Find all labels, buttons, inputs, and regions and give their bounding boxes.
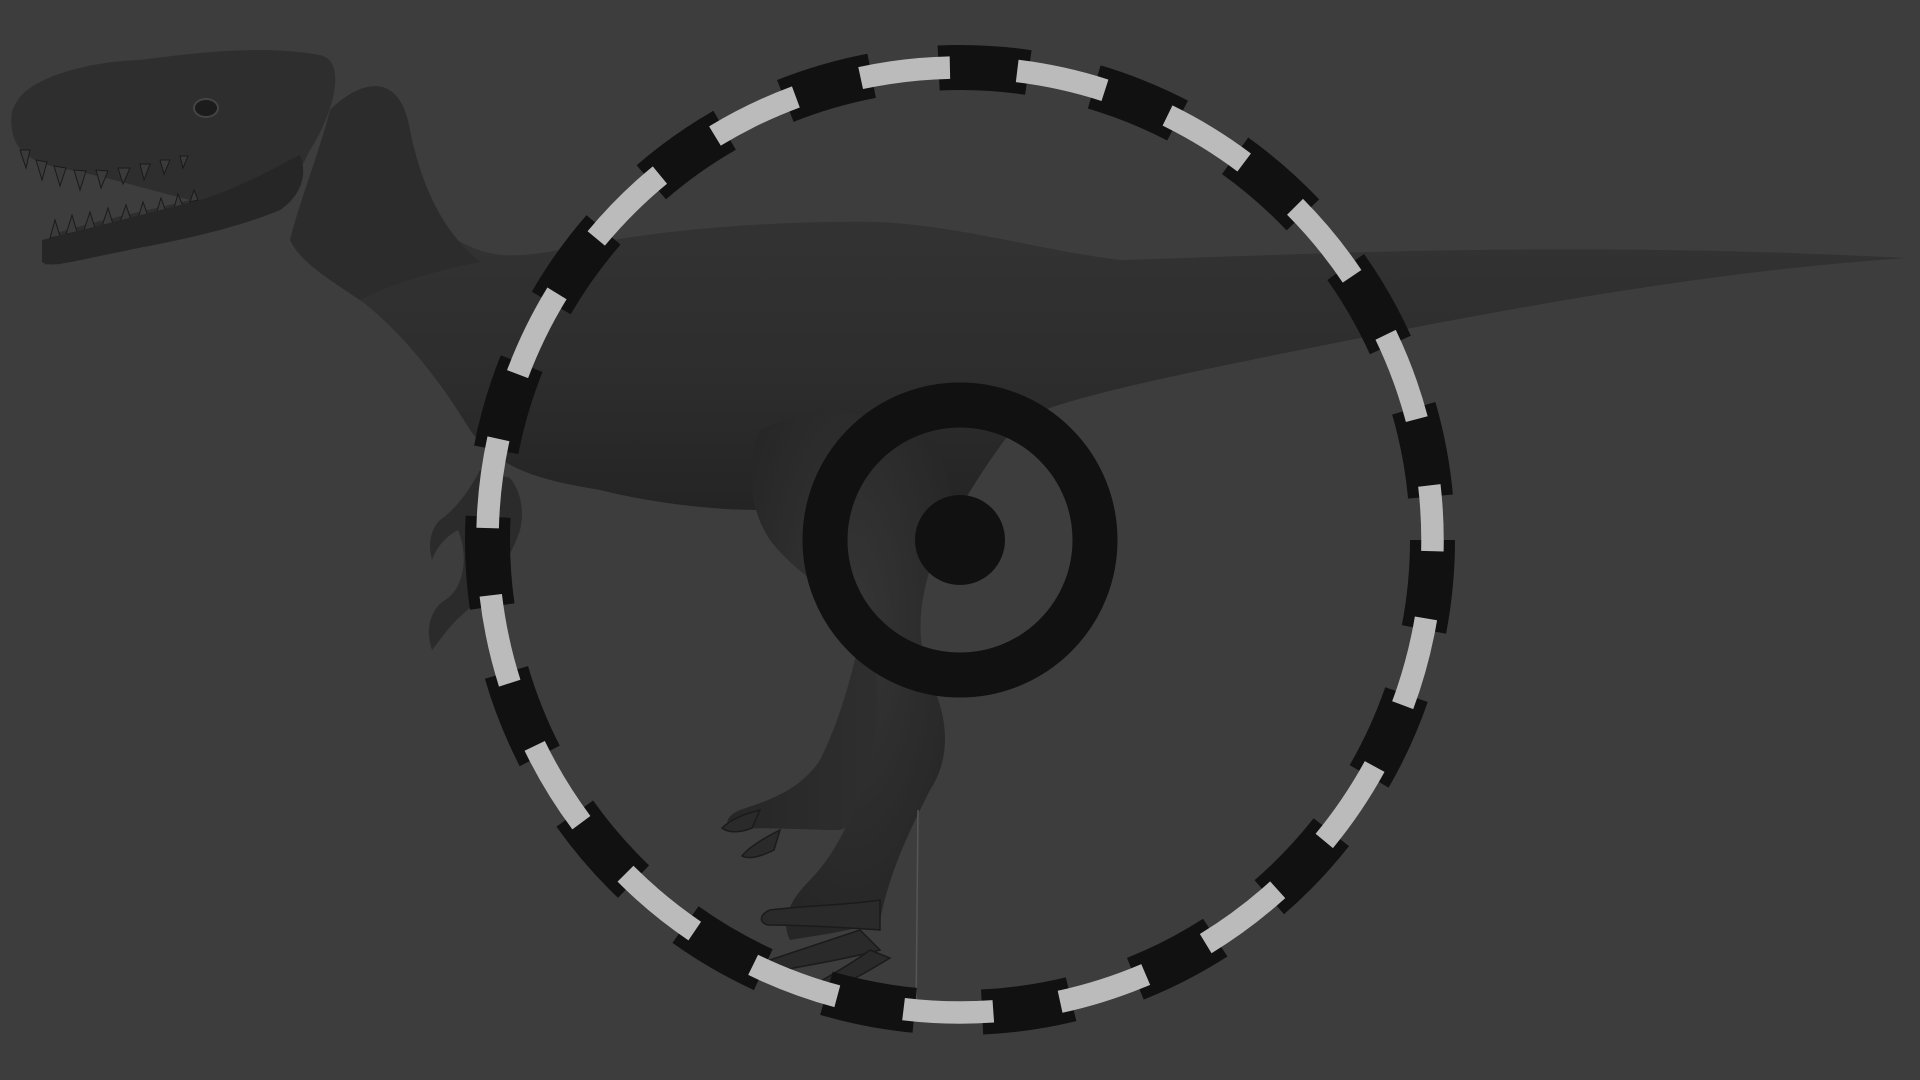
sculpt-brush-cursor-icon <box>465 45 1455 1035</box>
3d-viewport[interactable] <box>0 0 1920 1080</box>
